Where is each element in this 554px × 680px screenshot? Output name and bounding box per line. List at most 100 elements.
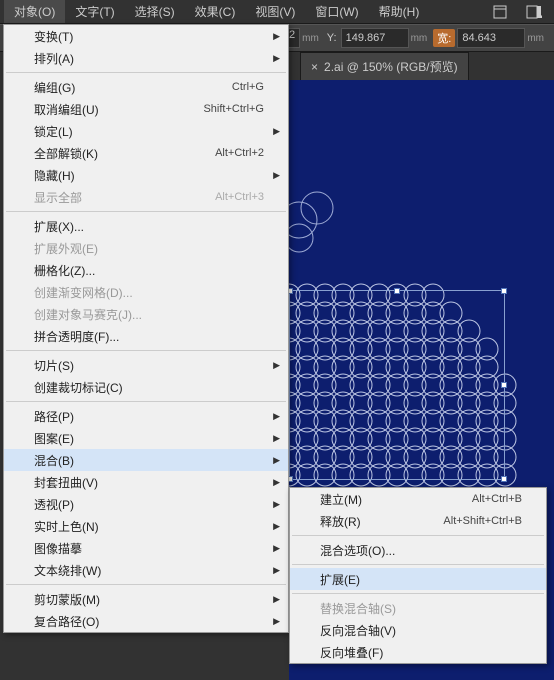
menu-select[interactable]: 选择(S) xyxy=(125,0,185,23)
menu-item-label: 反向混合轴(V) xyxy=(320,622,396,639)
selection-bounding-box[interactable] xyxy=(289,290,505,480)
chevron-right-icon: ▶ xyxy=(273,126,280,137)
layout-icon[interactable] xyxy=(526,5,542,19)
menu-item-label: 路径(P) xyxy=(34,408,74,425)
object-menu-item: 显示全部Alt+Ctrl+3 xyxy=(4,186,288,208)
chevron-right-icon: ▶ xyxy=(273,565,280,576)
menu-separator xyxy=(6,211,286,212)
blend-menu-item[interactable]: 反向堆叠(F) xyxy=(290,641,546,663)
blend-menu-item[interactable]: 建立(M) Alt+Ctrl+B xyxy=(290,488,546,510)
menu-shortcut: Ctrl+G xyxy=(232,81,264,93)
chevron-right-icon: ▶ xyxy=(273,53,280,64)
object-menu-item[interactable]: 路径(P) ▶ xyxy=(4,405,288,427)
object-menu-item[interactable]: 透视(P) ▶ xyxy=(4,493,288,515)
menu-item-label: 反向堆叠(F) xyxy=(320,644,383,661)
tab-close-icon[interactable]: × xyxy=(311,60,318,74)
menu-separator xyxy=(6,401,286,402)
object-menu-item[interactable]: 拼合透明度(F)... xyxy=(4,325,288,347)
menu-shortcut: Alt+Ctrl+2 xyxy=(215,147,264,159)
menu-item-label: 剪切蒙版(M) xyxy=(34,591,100,608)
object-menu-item[interactable]: 编组(G)Ctrl+G xyxy=(4,76,288,98)
menu-item-label: 复合路径(O) xyxy=(34,613,99,630)
blend-menu-item[interactable]: 反向混合轴(V) xyxy=(290,619,546,641)
menu-item-label: 切片(S) xyxy=(34,357,74,374)
w-input[interactable] xyxy=(457,28,525,48)
unit-mm-2: mm xyxy=(527,33,544,44)
menu-item-label: 图像描摹 xyxy=(34,540,82,557)
blend-menu-item[interactable]: 释放(R)Alt+Shift+Ctrl+B xyxy=(290,510,546,532)
menu-shortcut: Shift+Ctrl+G xyxy=(203,103,264,115)
menu-separator xyxy=(6,72,286,73)
object-menu-item[interactable]: 复合路径(O)▶ xyxy=(4,610,288,632)
menu-object[interactable]: 对象(O) xyxy=(4,0,65,23)
tab-doc-2ai[interactable]: × 2.ai @ 150% (RGB/预览) xyxy=(300,52,469,80)
menu-type[interactable]: 文字(T) xyxy=(65,0,124,23)
object-menu-item: 创建对象马赛克(J)... xyxy=(4,303,288,325)
menu-item-label: 栅格化(Z)... xyxy=(34,262,95,279)
menu-item-label: 创建裁切标记(C) xyxy=(34,379,123,396)
object-menu-item[interactable]: 切片(S) ▶ xyxy=(4,354,288,376)
unit-mm-0: mm xyxy=(302,33,319,44)
blend-menu-item[interactable]: 混合选项(O)... xyxy=(290,539,546,561)
object-menu-item[interactable]: 栅格化(Z)... xyxy=(4,259,288,281)
chevron-right-icon: ▶ xyxy=(273,360,280,371)
chevron-right-icon: ▶ xyxy=(273,31,280,42)
menu-item-label: 创建渐变网格(D)... xyxy=(34,284,133,301)
object-menu-item[interactable]: 取消编组(U) Shift+Ctrl+G xyxy=(4,98,288,120)
menu-item-label: 实时上色(N) xyxy=(34,518,99,535)
object-menu-item[interactable]: 图案(E)▶ xyxy=(4,427,288,449)
chevron-right-icon: ▶ xyxy=(273,411,280,422)
menu-item-label: 建立(M) xyxy=(320,491,362,508)
menu-item-label: 混合(B) xyxy=(34,452,74,469)
object-menu-item[interactable]: 实时上色(N) ▶ xyxy=(4,515,288,537)
menu-item-label: 封套扭曲(V) xyxy=(34,474,98,491)
menu-separator xyxy=(6,584,286,585)
menu-window[interactable]: 窗口(W) xyxy=(305,0,368,23)
chevron-right-icon: ▶ xyxy=(273,543,280,554)
menu-item-label: 全部解锁(K) xyxy=(34,145,98,162)
object-menu-item[interactable]: 创建裁切标记(C) xyxy=(4,376,288,398)
menu-shortcut: Alt+Ctrl+B xyxy=(472,493,522,505)
object-menu-item[interactable]: 全部解锁(K) Alt+Ctrl+2 xyxy=(4,142,288,164)
tab-label: 2.ai @ 150% (RGB/预览) xyxy=(324,58,458,75)
sel-handle-e[interactable] xyxy=(501,382,507,388)
menu-item-label: 锁定(L) xyxy=(34,123,73,140)
object-menu-item[interactable]: 锁定(L) ▶ xyxy=(4,120,288,142)
blend-menu-item[interactable]: 扩展(E) xyxy=(290,568,546,590)
chevron-right-icon: ▶ xyxy=(273,521,280,532)
menu-separator xyxy=(292,564,544,565)
chevron-right-icon: ▶ xyxy=(273,170,280,181)
menu-item-label: 替换混合轴(S) xyxy=(320,600,396,617)
chevron-right-icon: ▶ xyxy=(273,594,280,605)
object-menu-item[interactable]: 混合(B)▶ xyxy=(4,449,288,471)
doc-icon[interactable] xyxy=(492,5,508,19)
chevron-right-icon: ▶ xyxy=(273,499,280,510)
menu-item-label: 释放(R) xyxy=(320,513,361,530)
y-input[interactable] xyxy=(341,28,409,48)
menu-item-label: 扩展外观(E) xyxy=(34,240,98,257)
object-menu-item[interactable]: 封套扭曲(V) ▶ xyxy=(4,471,288,493)
menu-view[interactable]: 视图(V) xyxy=(245,0,305,23)
menu-item-label: 扩展(X)... xyxy=(34,218,84,235)
object-menu-item[interactable]: 图像描摹 ▶ xyxy=(4,537,288,559)
sel-handle-ne[interactable] xyxy=(501,288,507,294)
menu-item-label: 变换(T) xyxy=(34,28,73,45)
object-menu-item[interactable]: 排列(A)▶ xyxy=(4,47,288,69)
menu-item-label: 取消编组(U) xyxy=(34,101,99,118)
chevron-right-icon: ▶ xyxy=(273,477,280,488)
object-menu-item[interactable]: 扩展(X)... xyxy=(4,215,288,237)
object-menu-item[interactable]: 文本绕排(W)▶ xyxy=(4,559,288,581)
menu-item-label: 透视(P) xyxy=(34,496,74,513)
sel-handle-n[interactable] xyxy=(394,288,400,294)
object-menu-dropdown: 变换(T)▶排列(A)▶编组(G)Ctrl+G取消编组(U)Shift+Ctrl… xyxy=(3,24,289,633)
menu-item-label: 隐藏(H) xyxy=(34,167,75,184)
object-menu-item[interactable]: 变换(T) ▶ xyxy=(4,25,288,47)
w-label: 宽: xyxy=(433,29,455,47)
object-menu-item[interactable]: 隐藏(H) ▶ xyxy=(4,164,288,186)
object-menu-item[interactable]: 剪切蒙版(M) ▶ xyxy=(4,588,288,610)
object-menu-item: 扩展外观(E) xyxy=(4,237,288,259)
menu-help[interactable]: 帮助(H) xyxy=(369,0,430,23)
menu-effect[interactable]: 效果(C) xyxy=(185,0,246,23)
menu-item-label: 图案(E) xyxy=(34,430,74,447)
sel-handle-se[interactable] xyxy=(501,476,507,482)
